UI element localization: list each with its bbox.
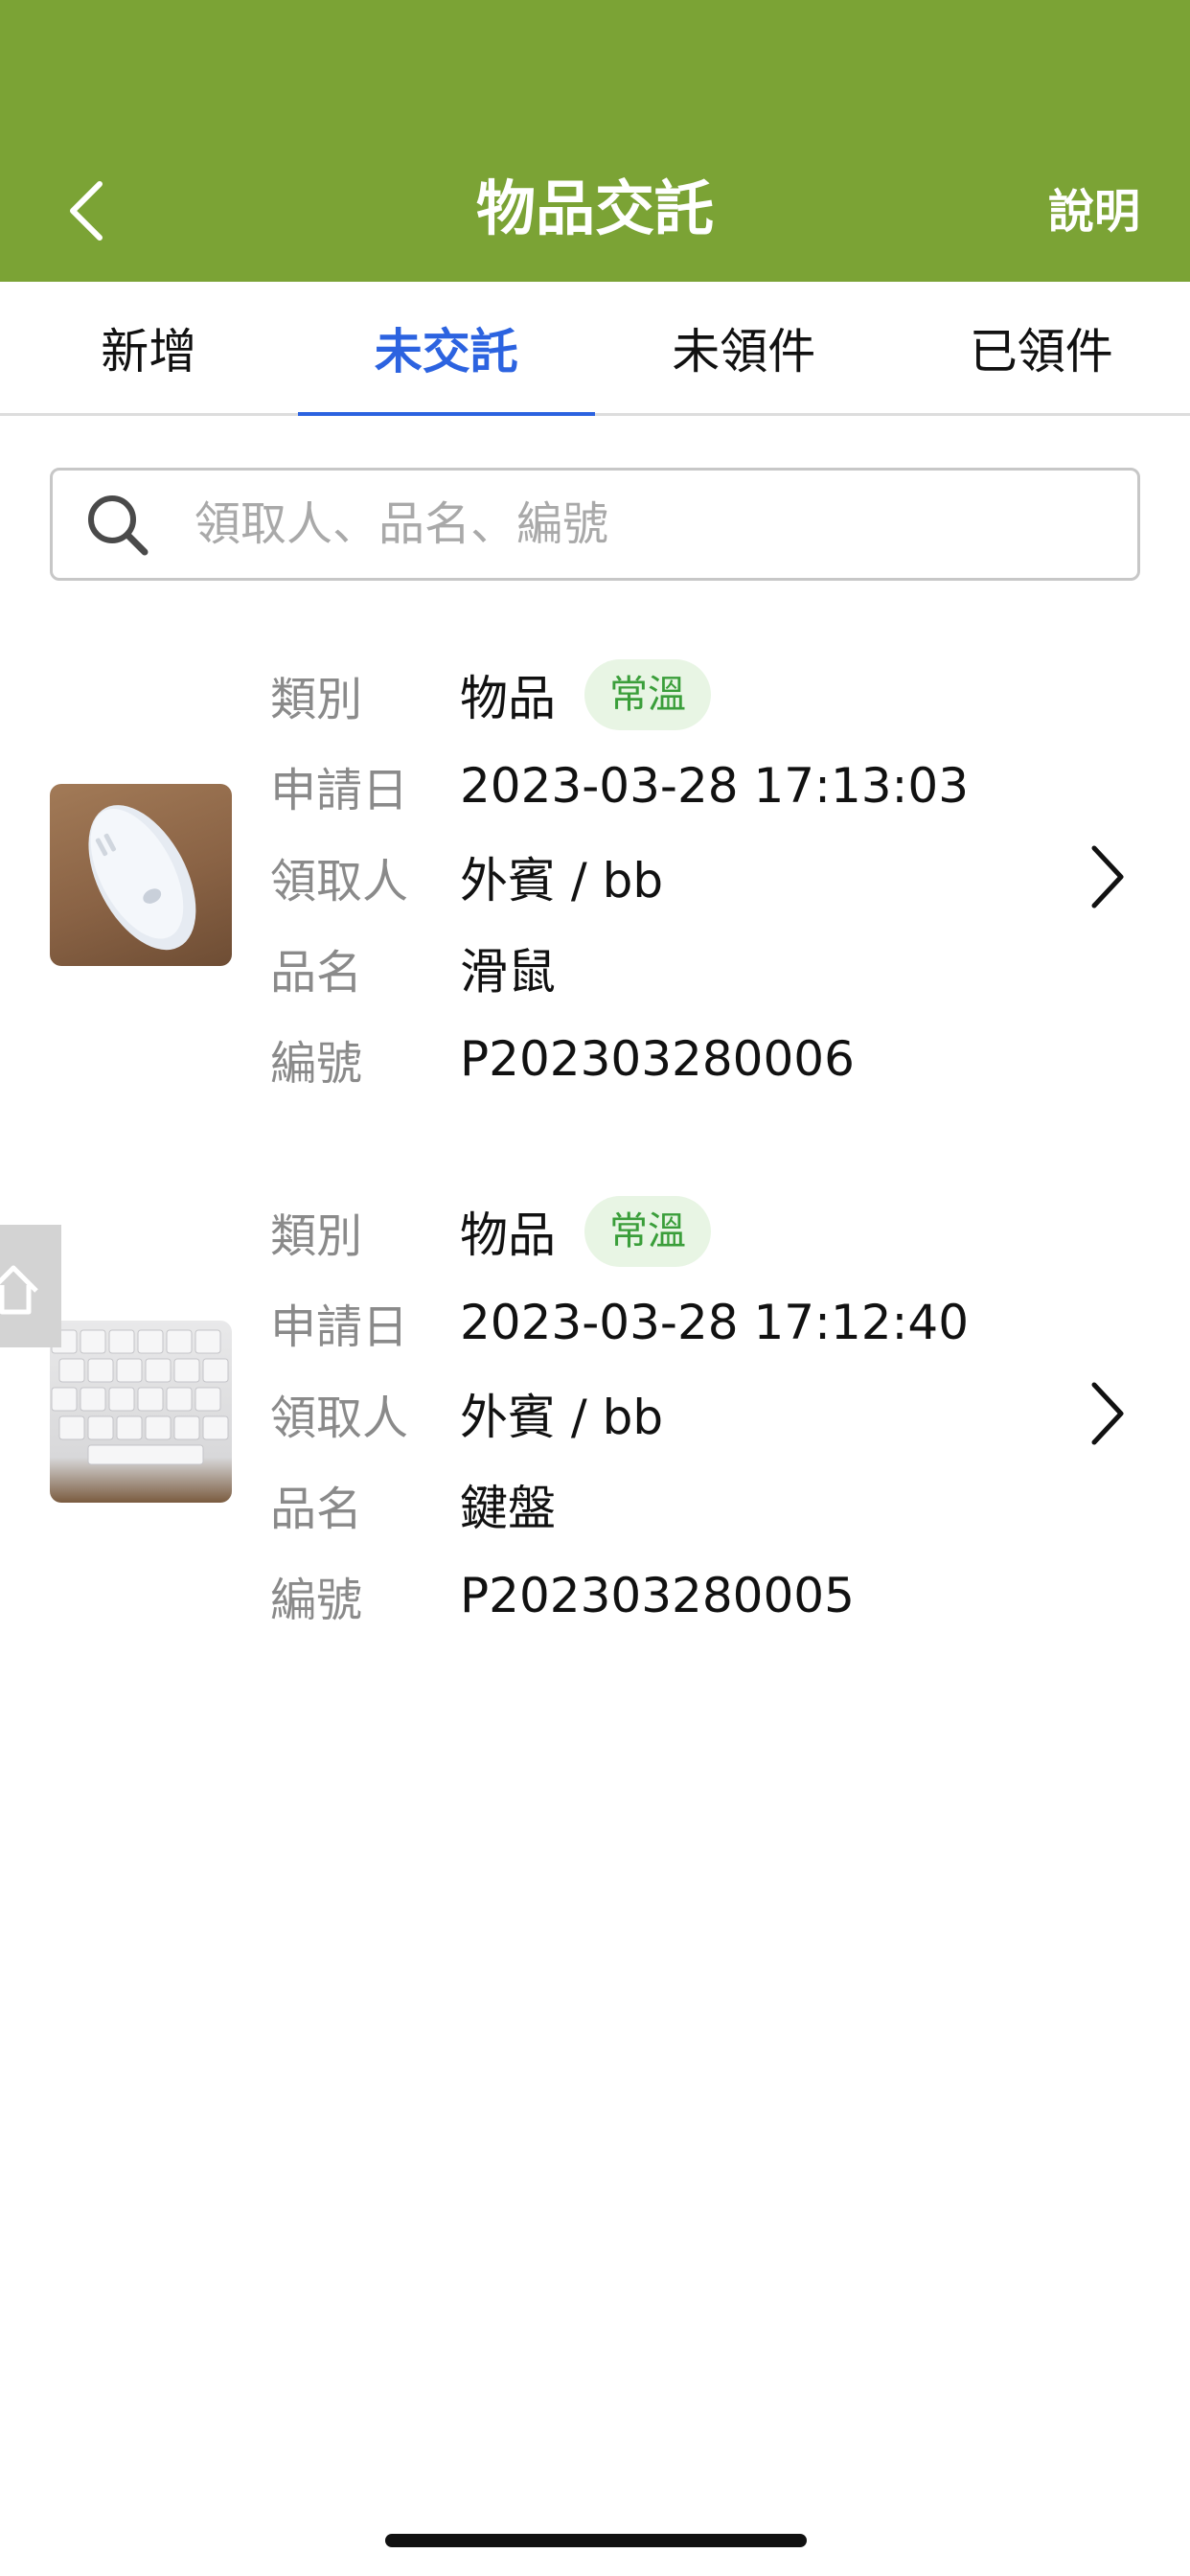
number-label: 編號 — [270, 1574, 363, 1627]
number-row: 編號 P202303280006 — [270, 1016, 855, 1102]
recipient-value: 外賓 / bb — [460, 1390, 664, 1445]
name-value: 鍵盤 — [460, 1481, 556, 1536]
category-label: 類別 — [270, 1209, 363, 1263]
name-label: 品名 — [270, 1483, 363, 1536]
chevron-right-icon — [1091, 845, 1124, 908]
page-title: 物品交託 — [475, 173, 714, 243]
tab-bar: 新增 未交託 未領件 已領件 — [0, 282, 1190, 416]
tab-picked-up[interactable]: 已領件 — [893, 282, 1190, 413]
name-row: 品名 鍵盤 — [270, 1461, 556, 1548]
temperature-badge: 常溫 — [584, 1196, 711, 1267]
recipient-label: 領取人 — [270, 855, 409, 908]
recipient-row: 領取人 外賓 / bb — [270, 1370, 663, 1457]
search-input[interactable] — [193, 470, 1137, 579]
chevron-right-icon — [1091, 1382, 1124, 1445]
tab-add[interactable]: 新增 — [0, 282, 298, 413]
recipient-label: 領取人 — [270, 1392, 409, 1445]
number-label: 編號 — [270, 1037, 363, 1091]
name-label: 品名 — [270, 946, 363, 1000]
item-photo-mouse — [50, 784, 232, 966]
back-button[interactable] — [57, 172, 115, 249]
keyboard-image — [51, 1329, 229, 1465]
date-label: 申請日 — [270, 764, 409, 817]
home-icon — [0, 1265, 38, 1315]
search-icon — [88, 495, 149, 556]
item-photo-keyboard — [50, 1321, 232, 1503]
floating-home-button[interactable] — [0, 1225, 61, 1347]
date-row: 申請日 2023-03-28 17:12:40 — [270, 1279, 969, 1366]
tab-not-entrusted[interactable]: 未交託 — [297, 282, 596, 416]
date-value: 2023-03-28 17:13:03 — [460, 758, 970, 814]
name-row: 品名 滑鼠 — [270, 925, 556, 1011]
list-item[interactable]: 類別 物品 常溫 申請日 2023-03-28 17:13:03 領取人 外賓 … — [0, 652, 1190, 1112]
category-row: 類別 物品 常溫 — [270, 652, 711, 738]
recipient-value: 外賓 / bb — [460, 853, 664, 908]
date-label: 申請日 — [270, 1300, 409, 1354]
number-row: 編號 P202303280005 — [270, 1552, 855, 1639]
app-header: 物品交託 說明 — [0, 0, 1190, 282]
mouse-image — [88, 805, 196, 951]
category-row: 類別 物品 常溫 — [270, 1188, 711, 1275]
help-button[interactable]: 說明 — [1048, 178, 1140, 245]
recipient-row: 領取人 外賓 / bb — [270, 834, 663, 920]
date-row: 申請日 2023-03-28 17:13:03 — [270, 743, 969, 829]
category-value: 物品 — [460, 1208, 556, 1263]
number-value: P202303280005 — [460, 1568, 855, 1623]
tab-not-picked-up[interactable]: 未領件 — [595, 282, 893, 413]
number-value: P202303280006 — [460, 1031, 855, 1087]
temperature-badge: 常溫 — [584, 659, 711, 730]
category-label: 類別 — [270, 673, 363, 726]
chevron-left-icon — [70, 181, 103, 241]
date-value: 2023-03-28 17:12:40 — [460, 1295, 970, 1350]
search-box — [50, 468, 1140, 581]
name-value: 滑鼠 — [460, 944, 556, 1000]
home-indicator — [385, 2534, 807, 2547]
category-value: 物品 — [460, 671, 556, 726]
list-item[interactable]: 類別 物品 常溫 申請日 2023-03-28 17:12:40 領取人 外賓 … — [0, 1188, 1190, 1648]
